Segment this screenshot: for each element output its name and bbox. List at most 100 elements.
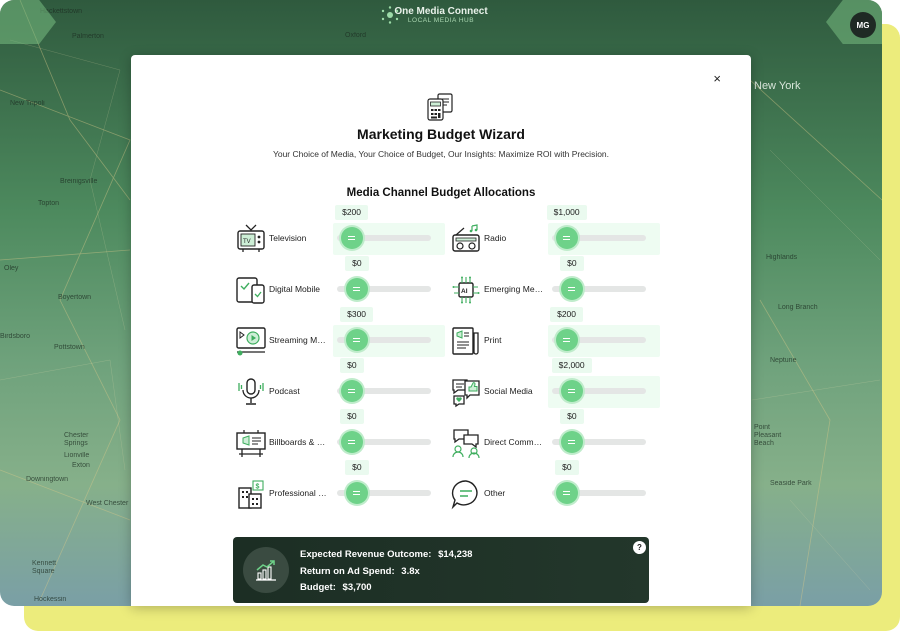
budget-wizard-modal: × Marketing Budget Wizard Your Choice of… bbox=[131, 55, 751, 606]
budget-slider-thumb[interactable] bbox=[555, 329, 578, 351]
budget-slider-thumb[interactable] bbox=[345, 329, 368, 351]
channel-label: Social Media bbox=[484, 386, 533, 396]
calculator-documents-icon bbox=[427, 93, 453, 121]
budget-slider-thumb[interactable] bbox=[560, 380, 583, 402]
budget-amount-bubble: $0 bbox=[560, 409, 584, 424]
budget-slider-thumb[interactable] bbox=[560, 278, 583, 300]
map-label: Lionville bbox=[64, 452, 90, 459]
budget-slider-thumb[interactable] bbox=[340, 227, 363, 249]
user-avatar[interactable]: MG bbox=[850, 12, 876, 38]
channel-label: Professional Services bbox=[269, 488, 329, 498]
section-title: Media Channel Budget Allocations bbox=[346, 187, 536, 199]
budget-slider-thumb[interactable] bbox=[340, 380, 363, 402]
map-label: Palmerton bbox=[72, 33, 104, 40]
budget-amount-bubble: $0 bbox=[340, 409, 364, 424]
budget-slider-thumb[interactable] bbox=[560, 431, 583, 453]
brand-logo-icon bbox=[381, 6, 399, 24]
channel-podcast: Podcast $0 bbox=[233, 358, 449, 413]
results-summary-panel: Expected Revenue Outcome: $14,238 Return… bbox=[233, 537, 649, 603]
brand-header: One Media Connect LOCAL MEDIA HUB bbox=[380, 6, 502, 24]
map-label: Seaside Park bbox=[770, 480, 812, 487]
map-label: Downingtown bbox=[26, 476, 69, 483]
budget-slider-thumb[interactable] bbox=[345, 482, 368, 504]
channel-print: Print $200 bbox=[448, 307, 664, 362]
channel-label: Direct Communication bbox=[484, 437, 544, 447]
map-label: Pottstown bbox=[54, 344, 85, 351]
budget-amount-bubble: $0 bbox=[560, 256, 584, 271]
channel-professional-services: $ Professional Services $0 bbox=[233, 460, 449, 515]
channel-television: TV Television $200 bbox=[233, 205, 449, 260]
map-label: Boyertown bbox=[58, 294, 92, 301]
channel-digital-mobile: Digital Mobile $0 bbox=[233, 256, 449, 311]
channel-radio: Radio $1,000 bbox=[448, 205, 664, 260]
channel-billboards: Billboards & Outdoor $0 bbox=[233, 409, 449, 464]
map-label: Topton bbox=[38, 200, 60, 207]
close-button[interactable]: × bbox=[713, 71, 721, 86]
budget-line: Budget: $3,700 bbox=[300, 582, 372, 593]
expected-revenue-line: Expected Revenue Outcome: $14,238 bbox=[300, 549, 472, 560]
svg-text:$: $ bbox=[256, 484, 260, 491]
map-label: Oxford bbox=[345, 32, 367, 39]
wizard-title: Marketing Budget Wizard bbox=[357, 126, 525, 142]
help-button[interactable]: ? bbox=[633, 541, 646, 554]
social-media-icon bbox=[452, 379, 480, 408]
channel-label: Streaming Media bbox=[269, 335, 329, 345]
map-label: Chester Springs bbox=[64, 432, 89, 447]
map-label: Neptune bbox=[770, 357, 797, 364]
ai-chip-icon: AI bbox=[452, 276, 480, 304]
channel-label: Other bbox=[484, 488, 506, 498]
digital-mobile-icon bbox=[236, 277, 265, 304]
budget-slider-thumb[interactable] bbox=[555, 227, 578, 249]
map-label: Hockessin bbox=[34, 596, 67, 603]
budget-amount-bubble: $2,000 bbox=[551, 358, 592, 373]
wizard-subtitle: Your Choice of Media, Your Choice of Bud… bbox=[272, 149, 610, 159]
channel-label: Billboards & Outdoor bbox=[269, 437, 329, 447]
budget-amount-bubble: $0 bbox=[555, 460, 579, 475]
channel-emerging-media: AI Emerging Media $0 bbox=[448, 256, 664, 311]
map-label: New Tripoli bbox=[10, 100, 45, 107]
growth-chart-icon bbox=[243, 547, 289, 593]
svg-text:AI: AI bbox=[461, 288, 468, 295]
svg-text:TV: TV bbox=[243, 239, 251, 245]
roas-line: Return on Ad Spend: 3.8x bbox=[300, 566, 420, 577]
expected-revenue-value: $14,238 bbox=[438, 549, 473, 560]
microphone-icon bbox=[238, 378, 264, 405]
map-label: Exton bbox=[72, 462, 90, 469]
expected-revenue-label: Expected Revenue Outcome: bbox=[300, 549, 432, 560]
television-icon: TV bbox=[237, 224, 265, 252]
map-label: Point Pleasant Beach bbox=[754, 424, 782, 447]
map-label: Breinigsville bbox=[60, 178, 98, 185]
budget-amount-bubble: $0 bbox=[345, 256, 369, 271]
budget-slider-thumb[interactable] bbox=[555, 482, 578, 504]
channel-streaming-media: Streaming Media $300 bbox=[233, 307, 449, 362]
budget-slider-thumb[interactable] bbox=[340, 431, 363, 453]
roas-value: 3.8x bbox=[401, 566, 420, 577]
map-label: Kennett Square bbox=[32, 560, 57, 575]
roas-label: Return on Ad Spend: bbox=[300, 566, 395, 577]
map-label: Long Branch bbox=[778, 304, 818, 311]
print-icon bbox=[452, 327, 479, 355]
budget-amount-bubble: $200 bbox=[550, 307, 584, 322]
budget-amount-bubble: $200 bbox=[335, 205, 369, 220]
budget-label: Budget: bbox=[300, 582, 336, 593]
streaming-icon bbox=[236, 327, 266, 356]
budget-amount-bubble: $1,000 bbox=[546, 205, 587, 220]
channel-label: Podcast bbox=[269, 386, 300, 396]
map-label: West Chester bbox=[86, 500, 129, 507]
channel-label: Print bbox=[484, 335, 502, 345]
direct-communication-icon bbox=[452, 429, 480, 459]
other-chat-icon bbox=[451, 480, 478, 510]
budget-value: $3,700 bbox=[342, 582, 372, 593]
channel-social-media: Social Media $2,000 bbox=[448, 358, 664, 413]
budget-amount-bubble: $0 bbox=[345, 460, 369, 475]
radio-icon bbox=[452, 224, 480, 252]
map-label: Oley bbox=[4, 265, 19, 272]
channel-label: Television bbox=[269, 233, 307, 243]
channel-label: Emerging Media bbox=[484, 284, 544, 294]
budget-amount-bubble: $300 bbox=[340, 307, 374, 322]
map-label: Highlands bbox=[766, 254, 798, 261]
budget-slider-thumb[interactable] bbox=[345, 278, 368, 300]
channel-label: Digital Mobile bbox=[269, 284, 321, 294]
map-label: Birdsboro bbox=[0, 333, 30, 340]
budget-amount-bubble: $0 bbox=[340, 358, 364, 373]
